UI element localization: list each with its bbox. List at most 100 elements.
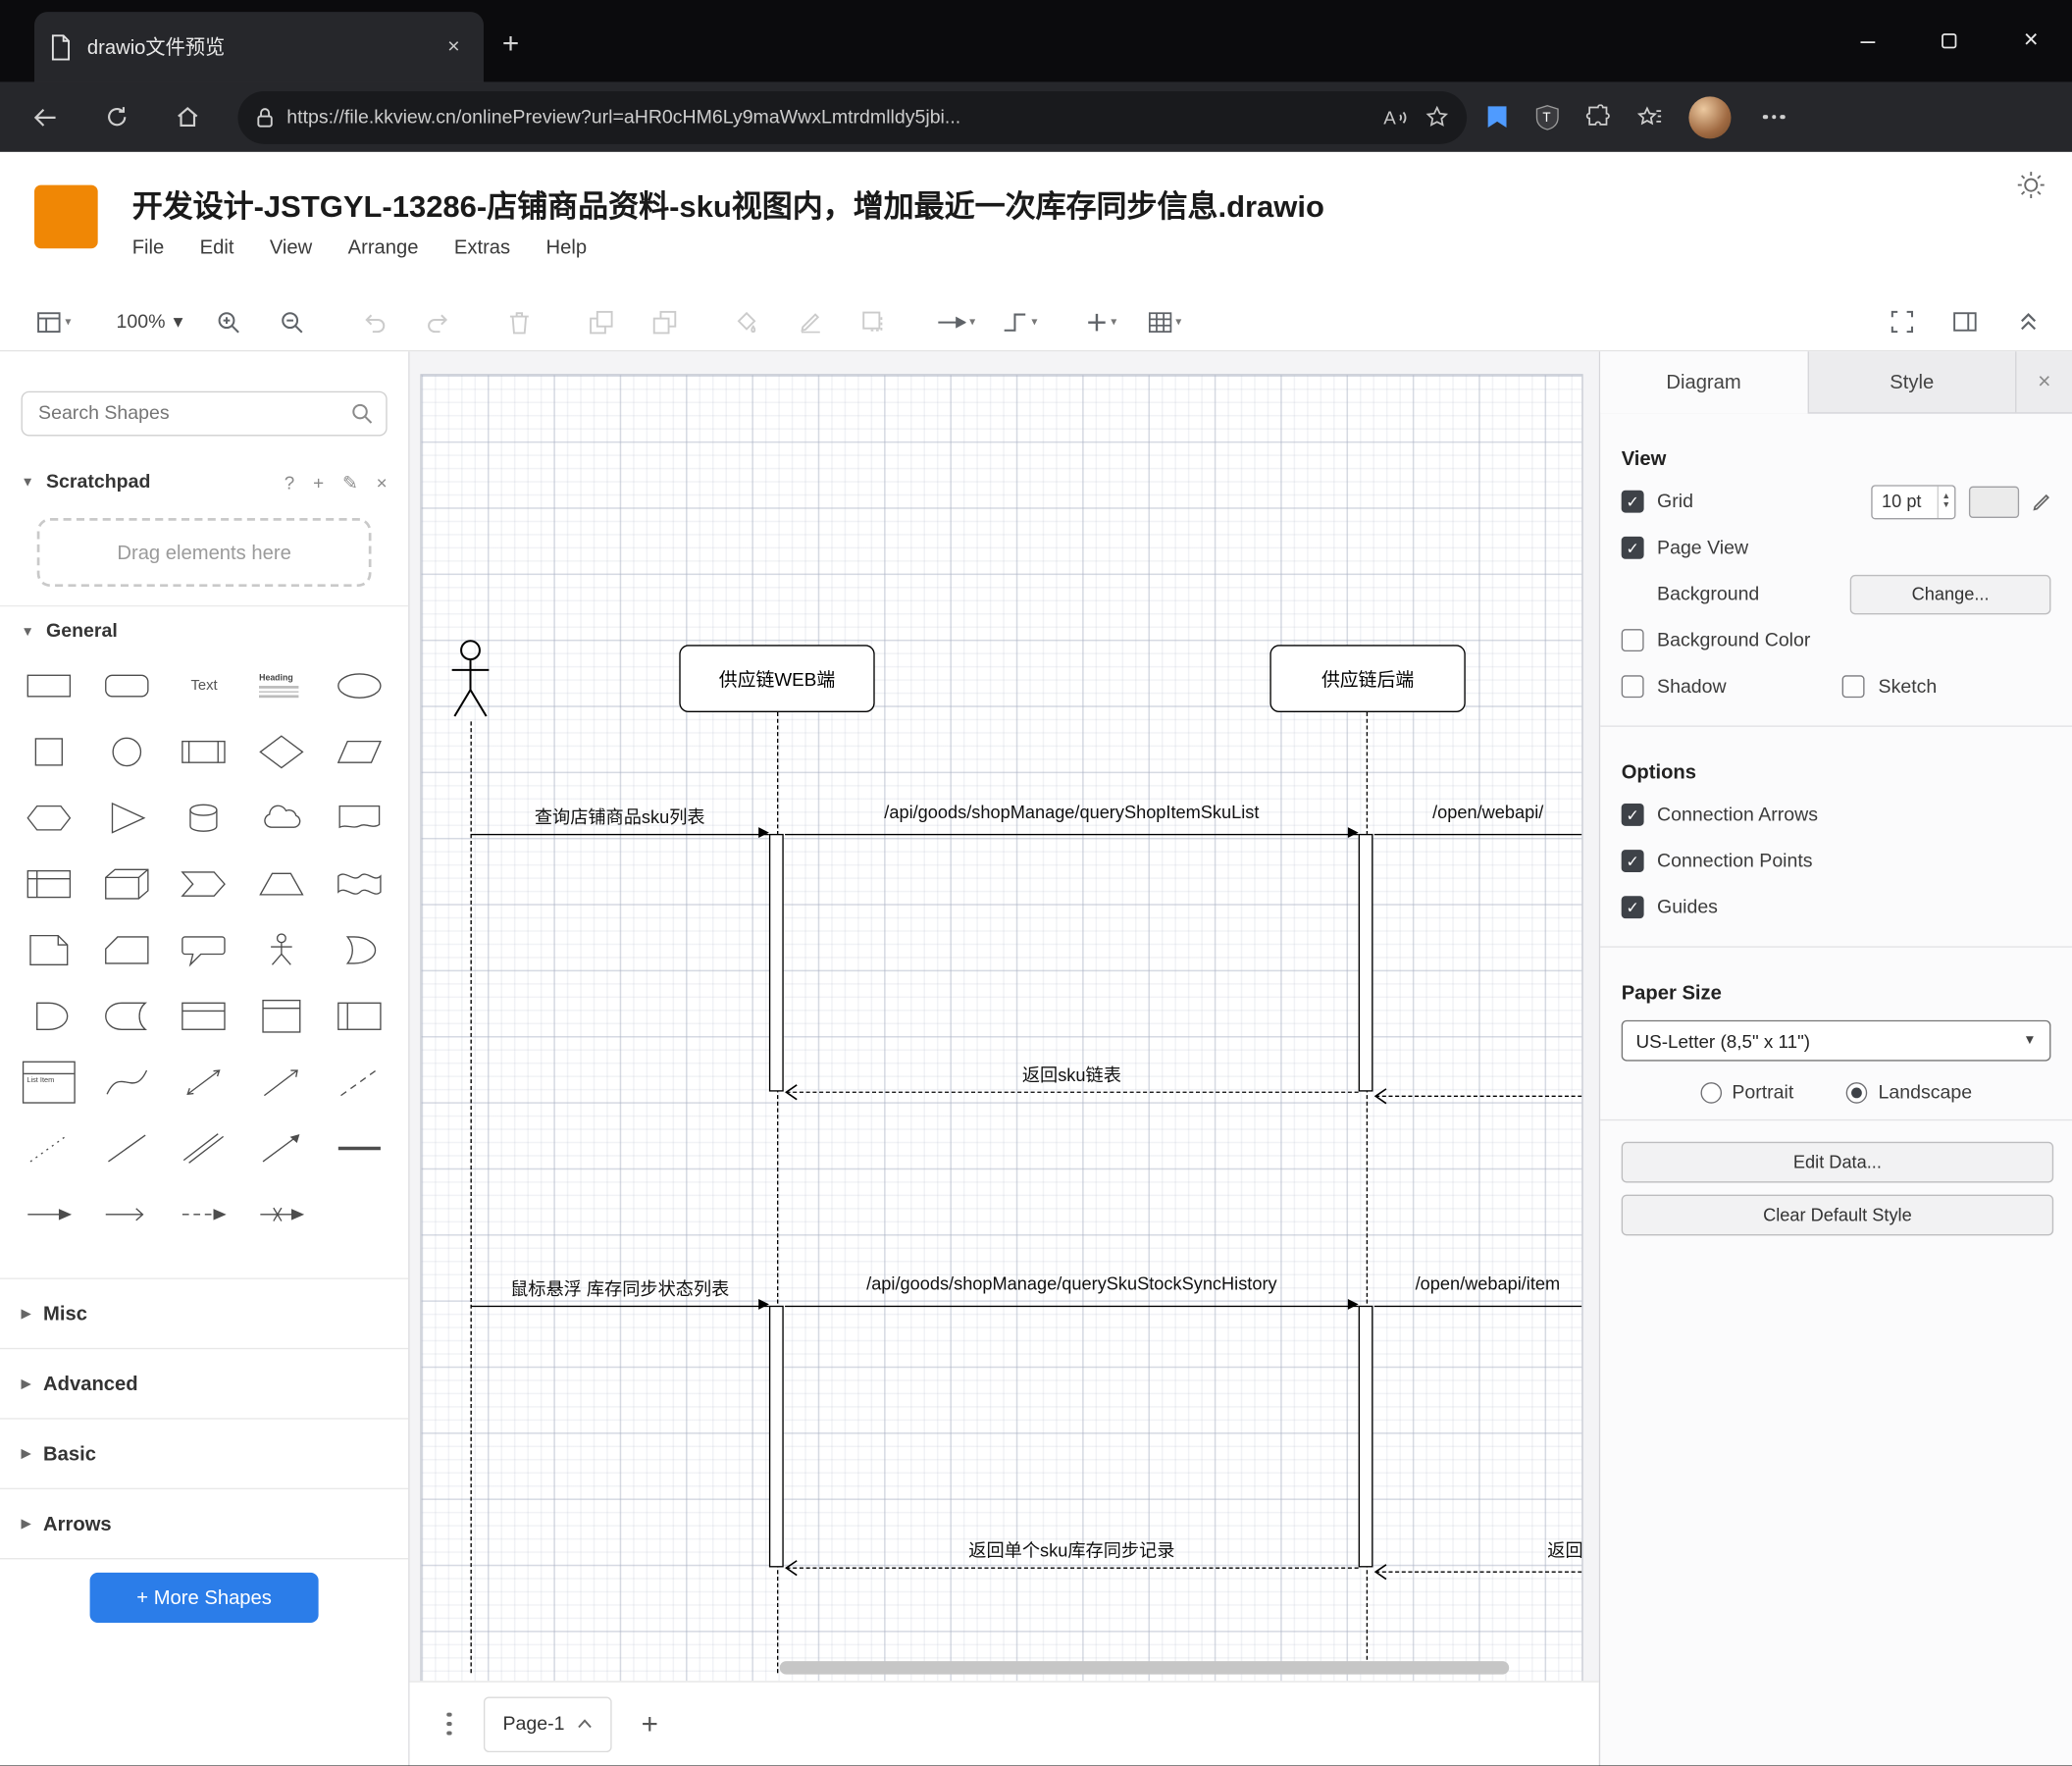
- page-tab[interactable]: Page-1: [483, 1695, 612, 1752]
- search-input[interactable]: [35, 401, 352, 426]
- shadow-checkbox[interactable]: [1621, 675, 1644, 699]
- scratchpad-edit-icon[interactable]: ✎: [342, 471, 358, 493]
- panel-close-icon[interactable]: ×: [2017, 351, 2072, 412]
- return-line[interactable]: [786, 1567, 1359, 1569]
- shape-diagonal-arrow[interactable]: [243, 1059, 321, 1106]
- shape-note[interactable]: [11, 926, 88, 973]
- shape-document[interactable]: [320, 795, 397, 842]
- message-label[interactable]: /open/webapi/item: [1416, 1273, 1561, 1293]
- new-tab-button[interactable]: +: [502, 24, 519, 63]
- more-shapes-button[interactable]: + More Shapes: [89, 1572, 319, 1624]
- shape-internal-storage[interactable]: [11, 860, 88, 908]
- shape-tape[interactable]: [320, 860, 397, 908]
- insert-button[interactable]: ▾: [1076, 300, 1126, 342]
- back-button[interactable]: [19, 90, 72, 143]
- address-bar[interactable]: https://file.kkview.cn/onlinePreview?url…: [237, 90, 1468, 144]
- to-back-button[interactable]: [640, 300, 690, 342]
- close-window-button[interactable]: ×: [1990, 0, 2072, 82]
- line-color-button[interactable]: [786, 300, 836, 342]
- shape-dotted-line[interactable]: [11, 1124, 88, 1171]
- section-general[interactable]: ▼ General: [0, 606, 408, 656]
- shape-cube[interactable]: [88, 860, 166, 908]
- horizontal-scrollbar[interactable]: [779, 1661, 1510, 1675]
- grid-size-input[interactable]: 10 pt ▲ ▼: [1871, 484, 1956, 519]
- undo-button[interactable]: [349, 300, 399, 342]
- browser-tab[interactable]: drawio文件预览 ×: [34, 12, 484, 82]
- page-view-checkbox[interactable]: [1621, 536, 1644, 559]
- collapse-toolbar-icon[interactable]: [2003, 300, 2053, 342]
- message-label[interactable]: /open/webapi/: [1432, 803, 1543, 822]
- section-advanced[interactable]: ▶ Advanced: [0, 1347, 409, 1418]
- shape-circle[interactable]: [88, 728, 166, 775]
- shape-cloud[interactable]: [243, 795, 321, 842]
- scratchpad-add-icon[interactable]: +: [313, 471, 324, 493]
- grid-checkbox[interactable]: [1621, 490, 1644, 513]
- shape-step[interactable]: [166, 860, 243, 908]
- scratchpad-header[interactable]: ▼ Scratchpad ? + ✎ ×: [0, 457, 408, 507]
- favorite-star-icon[interactable]: [1425, 105, 1449, 129]
- return-line[interactable]: [786, 1091, 1359, 1093]
- return-label[interactable]: 返回单个sku库存同步记录: [968, 1535, 1174, 1562]
- grid-color-swatch[interactable]: [1968, 485, 2020, 518]
- theme-toggle-icon[interactable]: [2016, 171, 2046, 200]
- shadow-button[interactable]: [849, 300, 899, 342]
- zoom-dropdown[interactable]: 100% ▾: [108, 300, 190, 342]
- menu-file[interactable]: File: [132, 236, 165, 259]
- shape-arrow-link[interactable]: [243, 1124, 321, 1171]
- shape-search[interactable]: [21, 390, 388, 437]
- message-label[interactable]: 鼠标悬浮 库存同步状态列表: [510, 1273, 729, 1300]
- shape-ellipse[interactable]: [320, 662, 397, 709]
- lock-icon[interactable]: [256, 106, 274, 128]
- pages-menu-icon[interactable]: [446, 1712, 451, 1736]
- shape-actor[interactable]: [243, 926, 321, 973]
- extensions-puzzle-icon[interactable]: [1585, 104, 1611, 130]
- section-arrows[interactable]: ▶ Arrows: [0, 1487, 409, 1560]
- message-label[interactable]: /api/goods/shopManage/queryShopItemSkuLi…: [884, 803, 1259, 822]
- activation-bar[interactable]: [1358, 1305, 1373, 1568]
- menu-arrange[interactable]: Arrange: [348, 236, 419, 259]
- return-label[interactable]: 返回: [1547, 1535, 1581, 1562]
- shape-triangle[interactable]: [88, 795, 166, 842]
- fill-color-button[interactable]: [722, 300, 772, 342]
- shape-callout[interactable]: [166, 926, 243, 973]
- menu-help[interactable]: Help: [546, 236, 588, 259]
- actor-lifeline[interactable]: [470, 721, 472, 1674]
- favorites-hub-icon[interactable]: [1636, 105, 1663, 129]
- guides-checkbox[interactable]: [1621, 896, 1644, 919]
- shape-horizontal-container[interactable]: [320, 993, 397, 1040]
- menu-view[interactable]: View: [270, 236, 312, 259]
- return-line[interactable]: [1375, 1095, 1582, 1097]
- shape-rectangle[interactable]: [11, 662, 88, 709]
- shape-cross-arrow[interactable]: [243, 1191, 321, 1238]
- message-line[interactable]: [470, 833, 769, 836]
- change-background-button[interactable]: Change...: [1849, 574, 2051, 614]
- profile-avatar[interactable]: [1688, 95, 1732, 138]
- shape-data-storage[interactable]: [88, 993, 166, 1040]
- section-basic[interactable]: ▶ Basic: [0, 1418, 409, 1487]
- activation-bar[interactable]: [768, 1305, 784, 1568]
- message-line[interactable]: [470, 1305, 769, 1308]
- menu-edit[interactable]: Edit: [200, 236, 234, 259]
- redo-button[interactable]: [413, 300, 463, 342]
- section-misc[interactable]: ▶ Misc: [0, 1277, 409, 1347]
- tab-style[interactable]: Style: [1808, 351, 2017, 413]
- format-panel-toggle-button[interactable]: [1940, 300, 1990, 342]
- shape-or[interactable]: [320, 926, 397, 973]
- waypoints-button[interactable]: ▾: [994, 300, 1044, 342]
- message-line[interactable]: [785, 833, 1359, 836]
- zoom-out-button[interactable]: [268, 300, 318, 342]
- shape-diamond[interactable]: [243, 728, 321, 775]
- minimize-button[interactable]: [1826, 0, 1908, 82]
- shape-bidirectional-arrow[interactable]: [166, 1059, 243, 1106]
- tab-diagram[interactable]: Diagram: [1600, 351, 1809, 414]
- shape-horizontal-arrow[interactable]: [11, 1191, 88, 1238]
- actor-figure[interactable]: [450, 640, 490, 722]
- shape-horizontal-line[interactable]: [320, 1124, 397, 1171]
- return-line[interactable]: [1375, 1571, 1582, 1573]
- shape-link[interactable]: [166, 1124, 243, 1171]
- shape-line[interactable]: [88, 1124, 166, 1171]
- shape-cylinder[interactable]: [166, 795, 243, 842]
- collections-icon[interactable]: [1485, 104, 1509, 130]
- message-line[interactable]: [1373, 833, 1582, 836]
- url-text[interactable]: https://file.kkview.cn/onlinePreview?url…: [286, 106, 1370, 128]
